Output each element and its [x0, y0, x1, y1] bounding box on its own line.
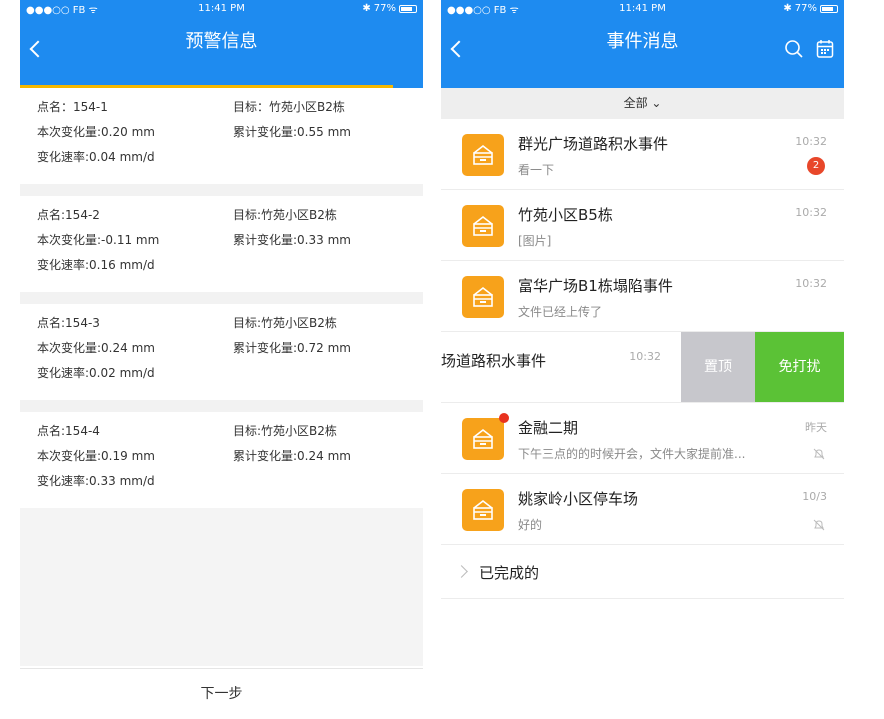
target-name: 目标：竹苑小区B2栋	[233, 100, 345, 114]
message-time: 10:32	[795, 206, 827, 219]
card-divider	[20, 184, 423, 196]
point-name: 点名:154-4	[37, 424, 100, 438]
message-time: 10:32	[795, 135, 827, 148]
events-screen: ●●●○○ FB ᯤ 11:41 PM ✱ 77% 事件消息 全部 ⌄ 群光广场…	[441, 0, 844, 719]
point-name: 点名:154-2	[37, 208, 100, 222]
message-preview: 好的	[518, 518, 543, 532]
event-box-icon	[462, 276, 504, 318]
page-title: 事件消息	[606, 31, 679, 52]
page-title: 预警信息	[185, 31, 258, 52]
target-name: 目标:竹苑小区B2栋	[233, 316, 337, 330]
bluetooth-icon: ✱	[783, 3, 792, 14]
back-icon[interactable]	[450, 40, 468, 58]
battery-icon	[820, 4, 838, 13]
message-preview: 文件已经上传了	[518, 305, 603, 319]
message-preview: 下午三点的的时候开会，文件大家提前准...	[518, 447, 746, 461]
chevron-right-icon	[455, 565, 468, 578]
calendar-icon[interactable]	[816, 39, 834, 63]
message-item[interactable]: 竹苑小区B5栋 [图片] 10:32	[441, 190, 844, 261]
change-rate: 变化速率:0.02 mm/d	[37, 366, 155, 380]
message-title: 金融二期	[518, 419, 579, 437]
change-rate: 变化速率:0.33 mm/d	[37, 474, 155, 488]
change-value: 本次变化量:0.20 mm	[37, 125, 155, 139]
battery-group: ✱ 77%	[783, 3, 838, 14]
total-change-value: 累计变化量:0.72 mm	[233, 341, 351, 355]
message-title: 场道路积水事件	[441, 352, 547, 370]
battery-percent: 77%	[794, 3, 817, 14]
warning-list: 点名：154-1 目标：竹苑小区B2栋 本次变化量:0.20 mm 累计变化量:0.…	[20, 88, 423, 666]
message-time: 10:32	[795, 277, 827, 290]
warning-card[interactable]: 点名:154-2 目标:竹苑小区B2栋 本次变化量:-0.11 mm 累计变化量:0…	[20, 196, 423, 292]
battery-group: ✱ 77%	[362, 3, 417, 14]
nav-actions	[784, 39, 834, 63]
change-rate: 变化速率:0.16 mm/d	[37, 258, 155, 272]
point-name: 点名:154-3	[37, 316, 100, 330]
target-name: 目标:竹苑小区B2栋	[233, 208, 337, 222]
message-time: 昨天	[805, 421, 827, 434]
total-change-value: 累计变化量:0.55 mm	[233, 125, 351, 139]
message-title: 竹苑小区B5栋	[518, 206, 613, 224]
completed-label: 已完成的	[479, 564, 540, 582]
unread-badge: 2	[807, 157, 825, 175]
message-preview: [图片]	[518, 234, 552, 248]
battery-percent: 77%	[373, 3, 396, 14]
message-item[interactable]: 姚家岭小区停车场 好的 10/3	[441, 474, 844, 545]
event-box-icon	[462, 418, 504, 460]
warning-card[interactable]: 点名:154-4 目标:竹苑小区B2栋 本次变化量:0.19 mm 累计变化量:0.…	[20, 412, 423, 508]
carrier-label: ●●●○○ FB ᯤ	[26, 4, 98, 16]
target-name: 目标:竹苑小区B2栋	[233, 424, 337, 438]
mute-bell-icon	[813, 516, 825, 535]
carrier-label: ●●●○○ FB ᯤ	[447, 4, 519, 16]
next-step-button[interactable]: 下一步	[20, 668, 423, 719]
total-change-value: 累计变化量:0.33 mm	[233, 233, 351, 247]
card-divider	[20, 292, 423, 304]
message-title: 富华广场B1栋塌陷事件	[518, 277, 673, 295]
event-box-icon	[462, 134, 504, 176]
warning-screen: ●●●○○ FB ᯤ 11:41 PM ✱ 77% 预警信息 点名：154-1 目…	[20, 0, 423, 719]
battery-icon	[399, 4, 417, 13]
nav-bar: 事件消息	[441, 17, 844, 88]
change-value: 本次变化量:0.19 mm	[37, 449, 155, 463]
swiped-message-item[interactable]: 场道路积水事件 10:32 置顶 免打扰	[441, 332, 844, 403]
back-icon[interactable]	[29, 40, 47, 58]
change-rate: 变化速率:0.04 mm/d	[37, 150, 155, 164]
message-preview: 看一下	[518, 163, 555, 177]
event-box-icon	[462, 489, 504, 531]
total-change-value: 累计变化量:0.24 mm	[233, 449, 351, 463]
empty-area	[20, 508, 423, 666]
message-item[interactable]: 富华广场B1栋塌陷事件 文件已经上传了 10:32	[441, 261, 844, 332]
bluetooth-icon: ✱	[362, 3, 371, 14]
search-icon[interactable]	[784, 39, 804, 63]
nav-bar: 预警信息	[20, 17, 423, 88]
card-divider	[20, 400, 423, 412]
point-name: 点名：154-1	[37, 100, 108, 114]
completed-section[interactable]: 已完成的	[441, 545, 844, 599]
change-value: 本次变化量:0.24 mm	[37, 341, 155, 355]
unread-dot	[499, 413, 509, 423]
message-time: 10:32	[629, 350, 661, 363]
mute-bell-icon	[813, 445, 825, 464]
event-box-icon	[462, 205, 504, 247]
message-time: 10/3	[802, 490, 827, 503]
warning-card[interactable]: 点名:154-3 目标:竹苑小区B2栋 本次变化量:0.24 mm 累计变化量:0.…	[20, 304, 423, 400]
filter-dropdown[interactable]: 全部 ⌄	[441, 88, 844, 119]
message-title: 群光广场道路积水事件	[518, 135, 669, 153]
swiped-content[interactable]: 场道路积水事件 10:32	[441, 332, 681, 402]
change-value: 本次变化量:-0.11 mm	[37, 233, 160, 247]
pin-top-button[interactable]: 置顶	[681, 332, 755, 402]
message-item[interactable]: 金融二期 下午三点的的时候开会，文件大家提前准... 昨天	[441, 403, 844, 474]
message-title: 姚家岭小区停车场	[518, 490, 639, 508]
do-not-disturb-button[interactable]: 免打扰	[755, 332, 844, 402]
message-item[interactable]: 群光广场道路积水事件 看一下 10:32 2	[441, 119, 844, 190]
warning-card[interactable]: 点名：154-1 目标：竹苑小区B2栋 本次变化量:0.20 mm 累计变化量:0.…	[20, 88, 423, 184]
